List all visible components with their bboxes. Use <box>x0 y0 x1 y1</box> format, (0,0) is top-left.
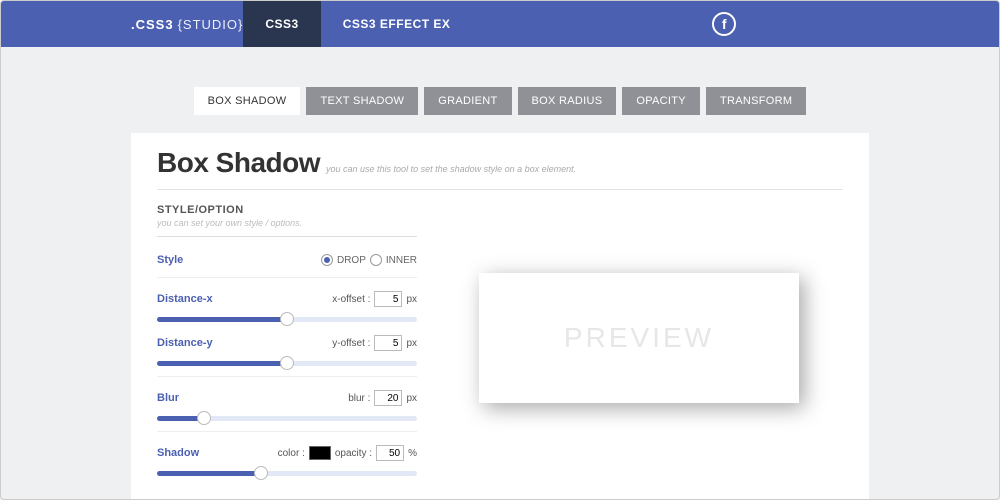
distance-y-input[interactable] <box>374 335 402 351</box>
slider-thumb[interactable] <box>197 411 211 425</box>
distance-x-slider[interactable] <box>157 314 417 324</box>
shadow-slider[interactable] <box>157 468 417 478</box>
option-distance-y: Distance-y y-offset : px <box>157 332 417 368</box>
divider <box>157 376 417 377</box>
distance-y-slider[interactable] <box>157 358 417 368</box>
option-label: Shadow <box>157 447 199 459</box>
slider-thumb[interactable] <box>280 356 294 370</box>
distance-x-input[interactable] <box>374 291 402 307</box>
preview-label: PREVIEW <box>564 322 714 354</box>
radio-inner-label: INNER <box>386 255 417 266</box>
content-card: Box Shadow you can use this tool to set … <box>131 133 869 500</box>
color-label: color : <box>278 448 305 459</box>
tab-text-shadow[interactable]: TEXT SHADOW <box>306 87 418 115</box>
option-label: Distance-y <box>157 337 213 349</box>
radio-inner[interactable] <box>370 254 382 266</box>
nav-css3-effect-ex[interactable]: CSS3 EFFECT EX <box>321 1 473 47</box>
option-label: Blur <box>157 392 179 404</box>
option-label-style: Style <box>157 254 183 266</box>
slider-thumb[interactable] <box>280 312 294 326</box>
facebook-icon[interactable]: f <box>712 12 736 36</box>
unit: px <box>406 294 417 305</box>
unit: % <box>408 448 417 459</box>
color-swatch[interactable] <box>309 446 331 460</box>
logo-suffix: {STUDIO} <box>178 17 244 32</box>
page-heading: Box Shadow you can use this tool to set … <box>157 147 843 190</box>
radio-drop-label: DROP <box>337 255 366 266</box>
tab-box-radius[interactable]: BOX RADIUS <box>518 87 617 115</box>
field-label: x-offset : <box>332 294 370 305</box>
radio-drop[interactable] <box>321 254 333 266</box>
tab-box-shadow[interactable]: BOX SHADOW <box>194 87 301 115</box>
nav-label: CSS3 EFFECT EX <box>343 17 451 31</box>
preview-box: PREVIEW <box>479 273 799 403</box>
section-title: STYLE/OPTION <box>157 204 417 216</box>
field-label: y-offset : <box>332 338 370 349</box>
page-subtitle: you can use this tool to set the shadow … <box>326 164 576 174</box>
logo-prefix: .CSS3 <box>131 17 174 32</box>
unit: px <box>406 338 417 349</box>
option-distance-x: Distance-x x-offset : px <box>157 288 417 324</box>
blur-slider[interactable] <box>157 413 417 423</box>
opacity-input[interactable] <box>376 445 404 461</box>
page-title: Box Shadow <box>157 147 320 179</box>
opacity-label: opacity : <box>335 448 372 459</box>
divider <box>157 431 417 432</box>
tool-tabs: BOX SHADOW TEXT SHADOW GRADIENT BOX RADI… <box>1 87 999 115</box>
slider-thumb[interactable] <box>254 466 268 480</box>
option-style: Style DROP INNER <box>157 249 417 271</box>
option-blur: Blur blur : px <box>157 387 417 423</box>
option-label: Distance-x <box>157 293 213 305</box>
field-label: blur : <box>348 393 370 404</box>
tab-opacity[interactable]: OPACITY <box>622 87 700 115</box>
blur-input[interactable] <box>374 390 402 406</box>
logo[interactable]: .CSS3 {STUDIO} <box>131 17 243 32</box>
section-heading: STYLE/OPTION you can set your own style … <box>157 204 417 237</box>
option-shadow: Shadow color : opacity : % <box>157 442 417 478</box>
section-subtitle: you can set your own style / options. <box>157 218 417 228</box>
unit: px <box>406 393 417 404</box>
top-navbar: .CSS3 {STUDIO} CSS3 CSS3 EFFECT EX f <box>1 1 999 47</box>
nav-label: CSS3 <box>265 17 298 31</box>
tab-transform[interactable]: TRANSFORM <box>706 87 806 115</box>
tab-gradient[interactable]: GRADIENT <box>424 87 511 115</box>
nav-css3[interactable]: CSS3 <box>243 1 320 47</box>
divider <box>157 277 417 278</box>
style-radios: DROP INNER <box>321 254 417 266</box>
